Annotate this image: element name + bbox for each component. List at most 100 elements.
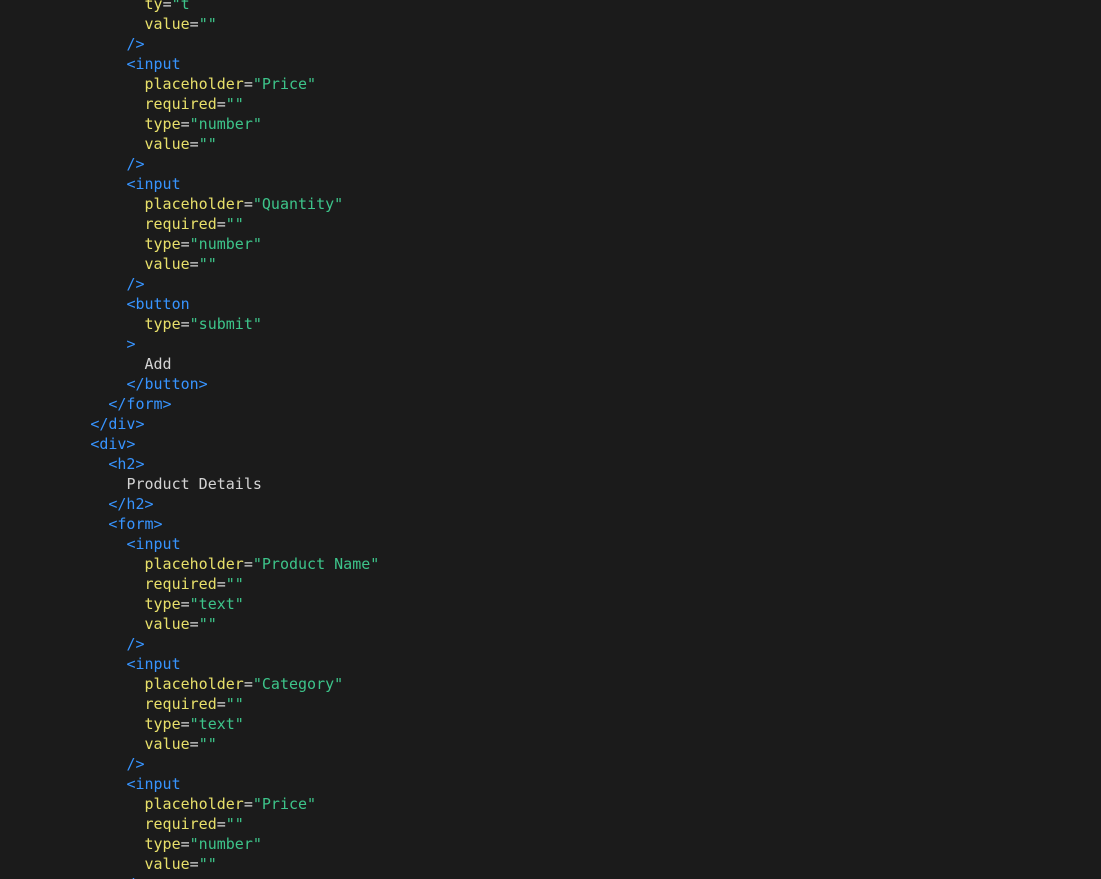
code-line: <input: [0, 54, 1101, 74]
code-line: type="submit": [0, 314, 1101, 334]
code-line: />: [0, 754, 1101, 774]
text-token: Add: [144, 355, 172, 373]
tag-token: />: [126, 155, 145, 173]
equals-token: =: [180, 595, 190, 613]
code-line: placeholder="Quantity": [0, 194, 1101, 214]
code-line: type="number": [0, 834, 1101, 854]
equals-token: =: [189, 135, 199, 153]
code-line: placeholder="Price": [0, 74, 1101, 94]
code-line: required="": [0, 214, 1101, 234]
attribute-token: type: [144, 235, 181, 253]
equals-token: =: [216, 815, 226, 833]
tag-token: />: [126, 35, 145, 53]
attribute-token: type: [144, 595, 181, 613]
string-token: "Quantity": [252, 195, 344, 213]
attribute-token: value: [144, 855, 190, 873]
code-lines: ty="t value="" /> <input placeholder="Pr…: [0, 0, 1101, 879]
attribute-token: required: [144, 95, 217, 113]
equals-token: =: [216, 695, 226, 713]
string-token: "": [225, 215, 244, 233]
equals-token: =: [189, 855, 199, 873]
attribute-token: placeholder: [144, 675, 244, 693]
string-token: "number": [189, 115, 262, 133]
tag-token: </button>: [126, 375, 208, 393]
code-line: />: [0, 154, 1101, 174]
equals-token: =: [162, 0, 172, 13]
tag-token: <h2>: [108, 455, 145, 473]
string-token: "t: [171, 0, 190, 13]
string-token: "Price": [252, 75, 317, 93]
attribute-token: placeholder: [144, 555, 244, 573]
string-token: "": [225, 95, 244, 113]
code-line: value="": [0, 14, 1101, 34]
code-line: value="": [0, 734, 1101, 754]
equals-token: =: [216, 215, 226, 233]
string-token: "text": [189, 715, 244, 733]
tag-token: <input: [126, 55, 181, 73]
string-token: "": [225, 815, 244, 833]
attribute-token: value: [144, 15, 190, 33]
tag-token: <div>: [90, 435, 136, 453]
code-line: type="text": [0, 594, 1101, 614]
tag-token: />: [126, 755, 145, 773]
code-line: <form>: [0, 514, 1101, 534]
attribute-token: value: [144, 135, 190, 153]
string-token: "": [225, 695, 244, 713]
equals-token: =: [180, 835, 190, 853]
tag-token: <input: [126, 655, 181, 673]
string-token: "": [198, 615, 217, 633]
attribute-token: required: [144, 695, 217, 713]
code-line: required="": [0, 694, 1101, 714]
attribute-token: required: [144, 575, 217, 593]
equals-token: =: [180, 315, 190, 333]
code-line: required="": [0, 94, 1101, 114]
code-line: />: [0, 634, 1101, 654]
tag-token: </h2>: [108, 495, 154, 513]
equals-token: =: [216, 95, 226, 113]
code-line: <input: [0, 174, 1101, 194]
string-token: "": [198, 135, 217, 153]
attribute-token: placeholder: [144, 795, 244, 813]
string-token: "": [225, 575, 244, 593]
string-token: "submit": [189, 315, 262, 333]
string-token: "Price": [252, 795, 317, 813]
code-line: required="": [0, 814, 1101, 834]
code-line: Add: [0, 354, 1101, 374]
equals-token: =: [243, 555, 253, 573]
attribute-token: required: [144, 215, 217, 233]
attribute-token: type: [144, 715, 181, 733]
tag-token: <button: [126, 295, 190, 313]
attribute-token: placeholder: [144, 195, 244, 213]
code-line: ty="t: [0, 0, 1101, 14]
equals-token: =: [243, 75, 253, 93]
equals-token: =: [189, 615, 199, 633]
equals-token: =: [216, 575, 226, 593]
code-line: required="": [0, 574, 1101, 594]
string-token: "": [198, 255, 217, 273]
